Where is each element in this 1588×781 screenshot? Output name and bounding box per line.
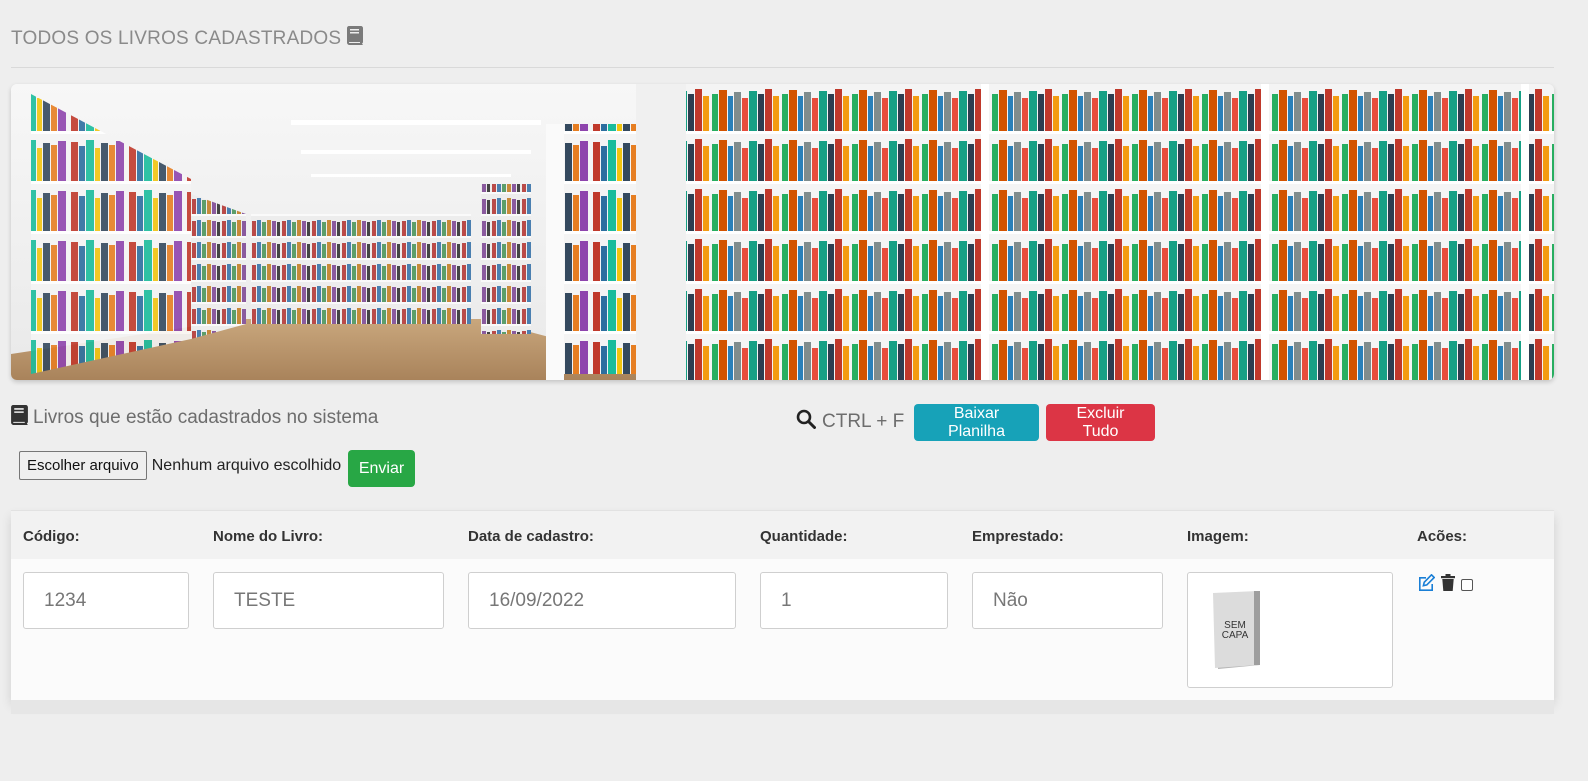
column-header-code: Código: bbox=[23, 528, 80, 545]
choose-file-button[interactable]: Escolher arquivo bbox=[19, 451, 147, 480]
search-icon bbox=[796, 409, 816, 435]
books-section-heading: Livros que estão cadastrados no sistema bbox=[11, 405, 378, 431]
book-name-field[interactable]: TESTE bbox=[213, 572, 444, 629]
code-field[interactable]: 1234 bbox=[23, 572, 189, 629]
quantity-field[interactable]: 1 bbox=[760, 572, 948, 629]
select-checkbox[interactable] bbox=[1461, 579, 1473, 591]
file-upload: Escolher arquivo Nenhum arquivo escolhid… bbox=[19, 451, 341, 480]
column-header-image: Imagem: bbox=[1187, 528, 1249, 545]
book-icon bbox=[11, 405, 28, 431]
download-spreadsheet-button[interactable]: Baixar Planilha bbox=[914, 404, 1039, 441]
table-footer-shadow bbox=[11, 700, 1554, 714]
library-banner bbox=[11, 84, 1554, 380]
search-shortcut-text: CTRL + F bbox=[822, 411, 905, 432]
no-cover-image: SEM CAPA bbox=[1213, 591, 1260, 669]
column-header-date: Data de cadastro: bbox=[468, 528, 594, 545]
borrowed-field[interactable]: Não bbox=[972, 572, 1163, 629]
section-heading-text: Livros que estão cadastrados no sistema bbox=[33, 407, 379, 428]
book-cover-box: SEM CAPA bbox=[1187, 572, 1393, 688]
page-title: TODOS OS LIVROS CADASTRADOS bbox=[11, 26, 364, 51]
books-table: Código: Nome do Livro: Data de cadastro:… bbox=[11, 510, 1554, 700]
row-actions bbox=[1417, 573, 1473, 596]
no-file-chosen-label: Nenhum arquivo escolhido bbox=[151, 456, 342, 474]
search-hint: CTRL + F bbox=[796, 409, 904, 435]
title-divider bbox=[11, 67, 1554, 68]
column-header-name: Nome do Livro: bbox=[213, 528, 324, 545]
trash-icon[interactable] bbox=[1441, 574, 1455, 596]
registration-date-field[interactable]: 16/09/2022 bbox=[468, 572, 736, 629]
column-header-actions: Acões: bbox=[1417, 528, 1468, 545]
send-button[interactable]: Enviar bbox=[348, 450, 415, 487]
column-header-borrowed: Emprestado: bbox=[972, 528, 1064, 545]
column-header-quantity: Quantidade: bbox=[760, 528, 848, 545]
table-row: 1234 TESTE 16/09/2022 1 Não SEM CAPA bbox=[11, 559, 1554, 700]
page-title-text: TODOS OS LIVROS CADASTRADOS bbox=[11, 27, 342, 49]
table-header: Código: Nome do Livro: Data de cadastro:… bbox=[11, 510, 1554, 559]
edit-icon[interactable] bbox=[1417, 573, 1436, 596]
delete-all-button[interactable]: Excluir Tudo bbox=[1046, 404, 1155, 441]
book-icon bbox=[347, 26, 364, 51]
no-cover-text-2: CAPA bbox=[1222, 630, 1249, 641]
